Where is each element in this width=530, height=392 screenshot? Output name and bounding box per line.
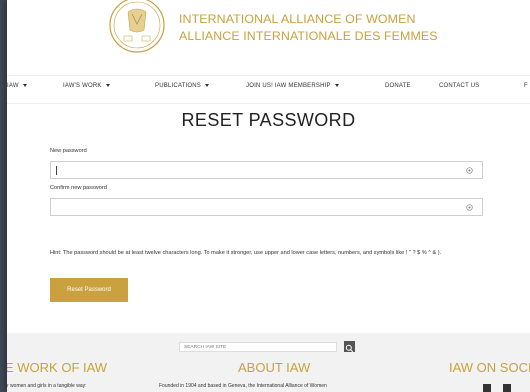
org-name-fr[interactable]: ALLIANCE INTERNATIONALE DES FEMMES [179,29,438,43]
new-password-input[interactable] [50,161,483,179]
iaw-logo[interactable] [108,0,166,58]
eye-icon[interactable] [466,204,473,211]
main-nav: IAW IAW'S WORK PUBLICATIONS JOIN US! IAW… [7,75,530,104]
footer-social-title: IAW ON SOCI [449,360,530,375]
eye-icon[interactable] [466,167,473,174]
search-button[interactable] [344,341,355,353]
confirm-password-label: Confirm new password [50,185,107,191]
nav-item-donate[interactable]: DONATE [385,83,411,89]
page: INTERNATIONAL ALLIANCE OF WOMEN ALLIANCE… [7,0,530,392]
footer-work-text: r women and girls in a tangible way: [7,383,87,389]
org-name-en[interactable]: INTERNATIONAL ALLIANCE OF WOMEN [179,12,416,26]
nav-item-publications[interactable]: PUBLICATIONS [155,83,209,89]
chevron-down-icon [204,83,209,87]
footer-work-title: E WORK OF IAW [7,360,108,375]
nav-item-membership[interactable]: JOIN US! IAW MEMBERSHIP [246,83,339,89]
confirm-password-input[interactable] [50,198,483,216]
footer: SEARCH IAW SITE E WORK OF IAW r women an… [7,333,530,392]
footer-about-text: Founded in 1904 and based in Geneva, the… [159,383,327,389]
chevron-down-icon [22,83,27,87]
site-search-input[interactable]: SEARCH IAW SITE [179,342,337,352]
youtube-icon[interactable] [503,384,511,392]
nav-item-iaws-work[interactable]: IAW'S WORK [63,83,110,89]
new-password-label: New password [50,148,87,154]
chevron-down-icon [105,83,110,87]
reset-password-button[interactable]: Reset Password [50,278,128,302]
footer-about-title: ABOUT IAW [238,360,311,375]
nav-item-more[interactable]: F [524,83,528,89]
nav-item-iaw[interactable]: IAW [7,83,27,89]
search-icon [345,344,354,353]
password-hint: Hint: The password should be at least tw… [50,250,442,256]
page-title: RESET PASSWORD [181,110,356,130]
facebook-icon[interactable] [483,384,491,392]
nav-item-contact[interactable]: CONTACT US [439,83,479,89]
chevron-down-icon [334,83,339,87]
text-cursor [56,166,57,175]
